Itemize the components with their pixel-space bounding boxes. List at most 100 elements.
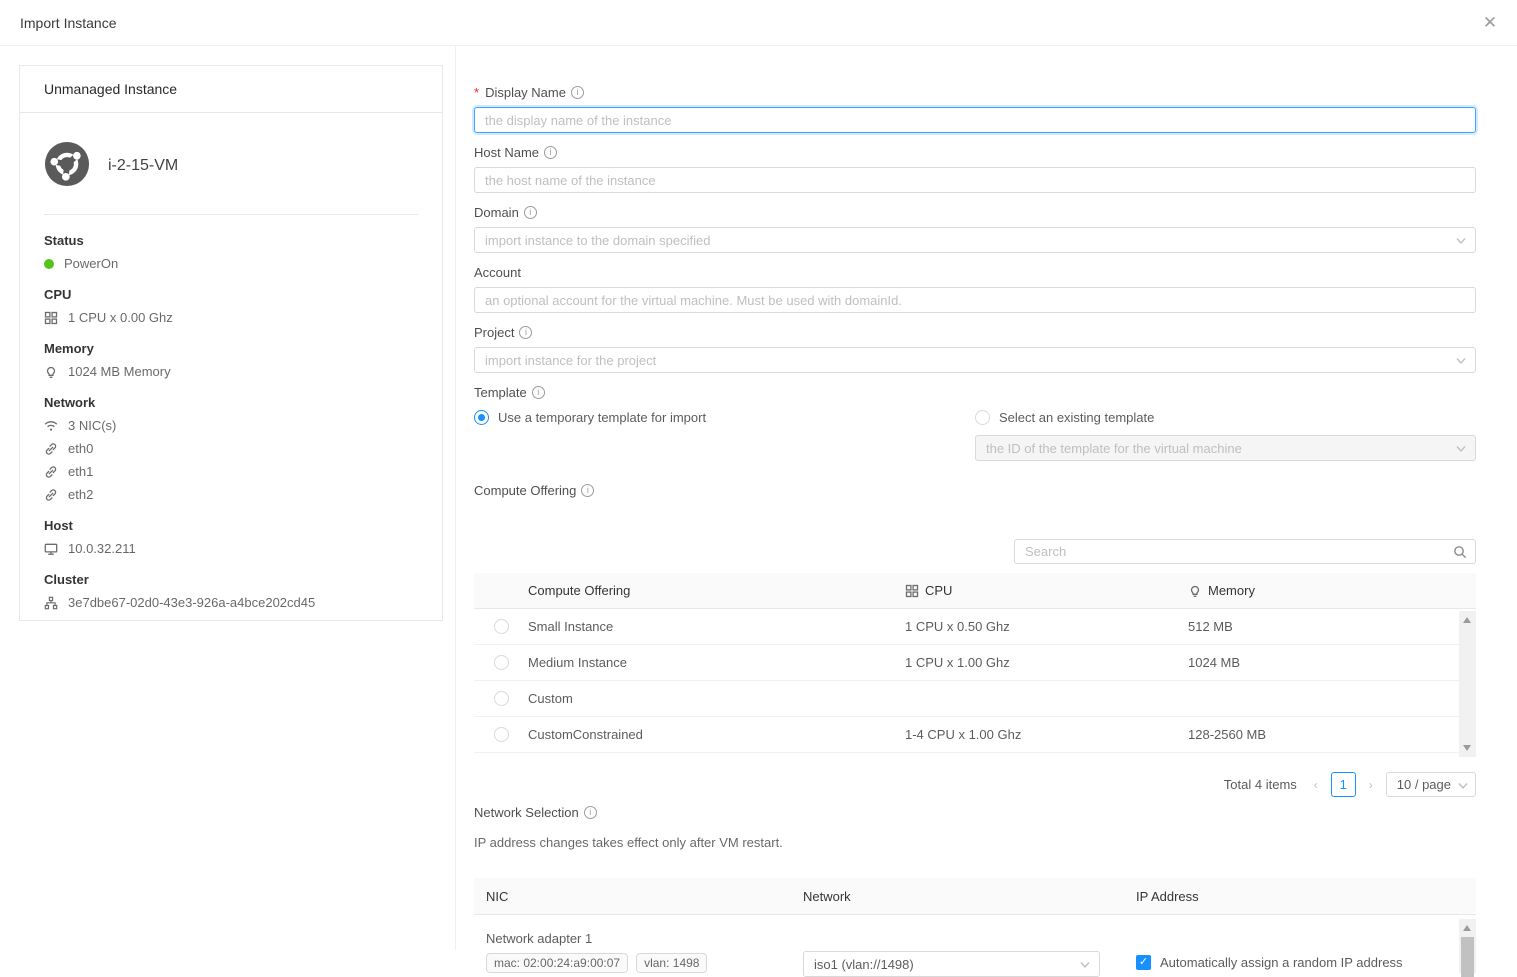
pagination-page-1[interactable]: 1 — [1331, 772, 1356, 797]
table-scrollbar[interactable] — [1459, 611, 1476, 757]
offering-name: Custom — [528, 691, 905, 706]
chevron-down-icon — [1456, 236, 1466, 246]
bulb-icon — [1188, 584, 1202, 598]
host-name-input[interactable] — [474, 167, 1476, 193]
offering-name: CustomConstrained — [528, 727, 905, 742]
cluster-label: Cluster — [44, 572, 418, 587]
radio-temporary-template[interactable]: Use a temporary template for import — [474, 407, 975, 427]
offering-memory: 1024 MB — [1188, 655, 1459, 670]
offering-name: Medium Instance — [528, 655, 905, 670]
chevron-down-icon — [1456, 444, 1466, 454]
vlan-tag: vlan: 1498 — [636, 953, 707, 973]
radio-existing-label: Select an existing template — [999, 410, 1154, 425]
nic-name: eth2 — [68, 487, 93, 502]
row-radio[interactable] — [494, 727, 509, 742]
cpu-label: CPU — [44, 287, 418, 302]
compute-offering-table: Compute Offering CPU Memory Small Instan… — [474, 573, 1476, 753]
offering-cpu: 1-4 CPU x 1.00 Ghz — [905, 727, 1188, 742]
required-mark: * — [474, 85, 479, 100]
chevron-down-icon — [1458, 781, 1468, 791]
info-icon: i — [571, 86, 584, 99]
scrollbar-thumb[interactable] — [1461, 937, 1474, 977]
cpu-value: 1 CPU x 0.00 Ghz — [68, 310, 173, 325]
table-row[interactable]: Small Instance 1 CPU x 0.50 Ghz 512 MB — [474, 609, 1459, 645]
cpu-grid-icon — [905, 584, 919, 598]
modal-title: Import Instance — [20, 15, 117, 31]
nic-table-scrollbar[interactable] — [1459, 919, 1476, 973]
page-size-select[interactable]: 10 / page — [1386, 772, 1476, 797]
nic-item: eth0 — [44, 441, 418, 456]
nic-name: eth0 — [68, 441, 93, 456]
host-value: 10.0.32.211 — [68, 541, 136, 556]
import-form: * Display Name i Host Name i Domain i im… — [474, 65, 1476, 971]
page-size-value: 10 / page — [1397, 777, 1451, 792]
info-icon: i — [532, 386, 545, 399]
row-radio[interactable] — [494, 655, 509, 670]
scroll-up-icon[interactable] — [1463, 617, 1471, 623]
offering-memory: 512 MB — [1188, 619, 1459, 634]
info-icon: i — [524, 206, 537, 219]
memory-section: Memory 1024 MB Memory — [44, 341, 418, 379]
scroll-up-icon[interactable] — [1463, 925, 1471, 931]
radio-temporary-label: Use a temporary template for import — [498, 410, 706, 425]
card-title: Unmanaged Instance — [20, 66, 442, 113]
status-value: PowerOn — [64, 256, 118, 271]
info-icon: i — [584, 806, 597, 819]
compute-offering-search[interactable] — [1014, 539, 1476, 564]
status-section: Status PowerOn — [44, 233, 418, 271]
radio-on-icon[interactable] — [474, 410, 489, 425]
existing-template-placeholder: the ID of the template for the virtual m… — [986, 441, 1242, 456]
memory-value: 1024 MB Memory — [68, 364, 171, 379]
cluster-icon — [44, 596, 58, 610]
pagination-next-icon[interactable]: › — [1364, 778, 1378, 792]
link-icon — [44, 442, 58, 456]
network-select[interactable]: iso1 (vlan://1498) — [803, 951, 1100, 977]
domain-select[interactable]: import instance to the domain specified — [474, 227, 1476, 253]
auto-ip-checkbox[interactable]: ✓ — [1136, 955, 1151, 970]
table-row[interactable]: CustomConstrained 1-4 CPU x 1.00 Ghz 128… — [474, 717, 1459, 753]
close-icon[interactable]: ✕ — [1479, 12, 1501, 34]
cluster-value: 3e7dbe67-02d0-43e3-926a-a4bce202cd45 — [68, 595, 315, 610]
radio-off-icon[interactable] — [975, 410, 990, 425]
project-placeholder: import instance for the project — [485, 353, 656, 368]
project-label: Project — [474, 325, 514, 340]
account-label: Account — [474, 265, 521, 280]
row-radio[interactable] — [494, 619, 509, 634]
pagination-prev-icon[interactable]: ‹ — [1309, 778, 1323, 792]
network-select-value: iso1 (vlan://1498) — [814, 957, 914, 972]
scroll-down-icon[interactable] — [1463, 745, 1471, 751]
auto-ip-label: Automatically assign a random IP address — [1160, 955, 1403, 970]
modal-header: Import Instance — [0, 0, 1517, 46]
nic-item: eth2 — [44, 487, 418, 502]
offering-cpu: 1 CPU x 1.00 Ghz — [905, 655, 1188, 670]
account-input[interactable] — [474, 287, 1476, 313]
radio-existing-template[interactable]: Select an existing template — [975, 407, 1476, 427]
row-radio[interactable] — [494, 691, 509, 706]
unmanaged-instance-card: Unmanaged Instance i-2-15-VM — [19, 65, 443, 621]
network-selection-label: Network Selection — [474, 805, 579, 820]
network-section: Network 3 NIC(s) eth0 eth1 eth2 — [44, 395, 418, 502]
project-select[interactable]: import instance for the project — [474, 347, 1476, 373]
nic-count: 3 NIC(s) — [68, 418, 116, 433]
network-selection-note: IP address changes takes effect only aft… — [474, 835, 1476, 850]
table-row[interactable]: Medium Instance 1 CPU x 1.00 Ghz 1024 MB — [474, 645, 1459, 681]
chevron-down-icon — [1456, 356, 1466, 366]
table-row[interactable]: Custom — [474, 681, 1459, 717]
card-divider — [44, 214, 418, 215]
nic-item: eth1 — [44, 464, 418, 479]
nic-row: Network adapter 1 mac: 02:00:24:a9:00:07… — [474, 915, 1459, 977]
col-nic: NIC — [474, 889, 803, 904]
search-input[interactable] — [1025, 544, 1453, 559]
nic-adapter-name: Network adapter 1 — [486, 931, 803, 946]
col-cpu: CPU — [925, 583, 952, 598]
existing-template-select[interactable]: the ID of the template for the virtual m… — [975, 435, 1476, 461]
info-icon: i — [544, 146, 557, 159]
ubuntu-logo-icon — [44, 141, 90, 190]
display-name-input[interactable] — [474, 107, 1476, 133]
link-icon — [44, 488, 58, 502]
host-section: Host 10.0.32.211 — [44, 518, 418, 556]
search-icon[interactable] — [1453, 545, 1467, 559]
panel-divider — [455, 46, 456, 950]
chevron-down-icon — [1080, 960, 1090, 970]
status-dot-icon — [44, 259, 54, 269]
